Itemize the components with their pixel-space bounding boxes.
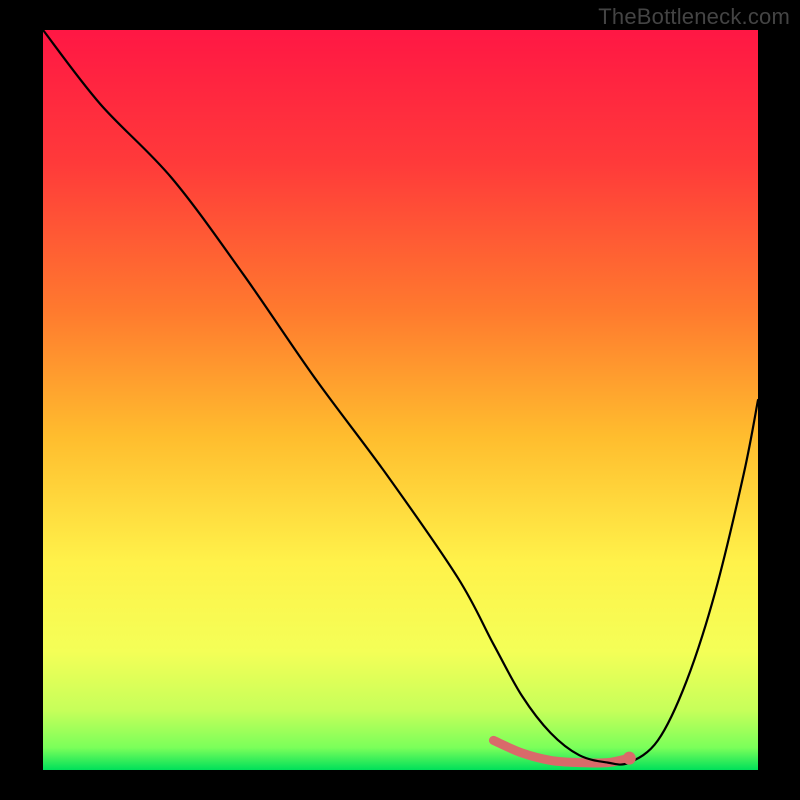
- chart-frame: TheBottleneck.com: [0, 0, 800, 800]
- highlight-dot: [623, 752, 636, 765]
- chart-plot: [43, 30, 758, 770]
- chart-svg: [43, 30, 758, 770]
- gradient-background: [43, 30, 758, 770]
- watermark-text: TheBottleneck.com: [598, 4, 790, 30]
